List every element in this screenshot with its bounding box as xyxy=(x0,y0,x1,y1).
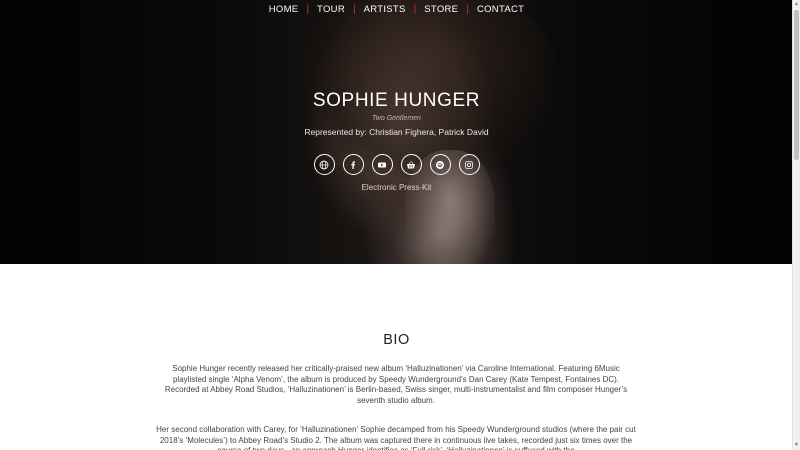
represented-by: Represented by: Christian Fighera, Patri… xyxy=(304,127,489,137)
main-nav: HOME | TOUR | ARTISTS | STORE | CONTACT xyxy=(0,3,793,17)
nav-tour[interactable]: TOUR xyxy=(309,3,353,17)
bio-paragraph-1: Sophie Hunger recently released her crit… xyxy=(164,364,628,405)
artist-name: SOPHIE HUNGER xyxy=(312,90,481,111)
globe-icon[interactable] xyxy=(313,154,335,175)
shop-basket-icon[interactable] xyxy=(400,154,422,175)
nav-store[interactable]: STORE xyxy=(416,3,466,17)
social-icons xyxy=(0,154,793,175)
bio-section: BIO Sophie Hunger recently released her … xyxy=(0,264,793,450)
bio-heading: BIO xyxy=(383,332,410,348)
scroll-down-arrow-icon[interactable]: ▼ xyxy=(793,441,800,450)
facebook-icon[interactable] xyxy=(342,154,364,175)
page: HOME | TOUR | ARTISTS | STORE | CONTACT … xyxy=(0,0,793,450)
scroll-up-arrow-icon[interactable]: ▲ xyxy=(793,0,800,9)
nav-artists[interactable]: ARTISTS xyxy=(356,3,414,17)
artist-subtitle: Two Gentlemen xyxy=(372,115,421,122)
press-kit-label: Electronic Press-Kit xyxy=(361,183,432,192)
vertical-scrollbar[interactable]: ▲ ▼ xyxy=(792,0,800,450)
scroll-thumb[interactable] xyxy=(794,10,799,160)
hero-banner: HOME | TOUR | ARTISTS | STORE | CONTACT … xyxy=(0,0,793,264)
instagram-icon[interactable] xyxy=(458,154,480,175)
nav-contact[interactable]: CONTACT xyxy=(469,3,532,17)
nav-home[interactable]: HOME xyxy=(261,3,307,17)
youtube-icon[interactable] xyxy=(371,154,393,175)
bio-paragraph-2: Her second collaboration with Carey, for… xyxy=(156,425,636,450)
spotify-icon[interactable] xyxy=(429,154,451,175)
